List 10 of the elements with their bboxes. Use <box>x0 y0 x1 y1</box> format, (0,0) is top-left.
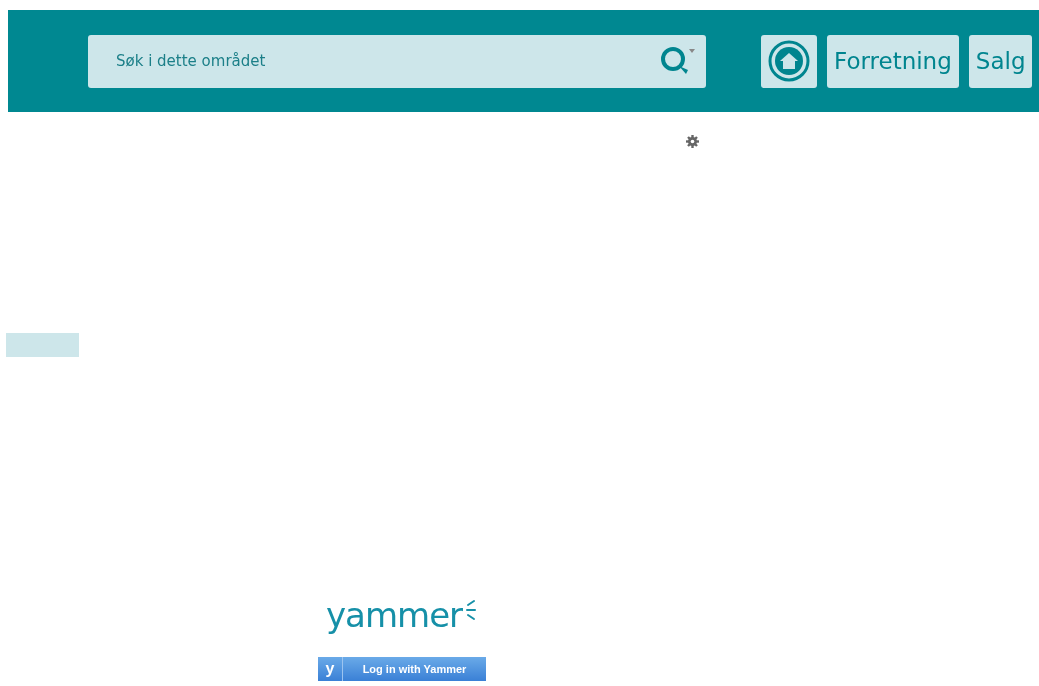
yammer-logo: yammer <box>326 595 463 635</box>
home-button[interactable] <box>761 34 817 88</box>
yammer-login-button[interactable]: y Log in with Yammer <box>318 657 486 681</box>
search-icon[interactable] <box>660 45 696 76</box>
settings-icon[interactable] <box>686 135 699 148</box>
sparks-icon <box>464 599 477 621</box>
nav-link[interactable]: Salg <box>968 34 1033 88</box>
nav-link[interactable]: Forretning <box>827 34 959 88</box>
home-icon <box>767 39 811 83</box>
search-field[interactable]: Søk i dette området <box>88 34 706 88</box>
